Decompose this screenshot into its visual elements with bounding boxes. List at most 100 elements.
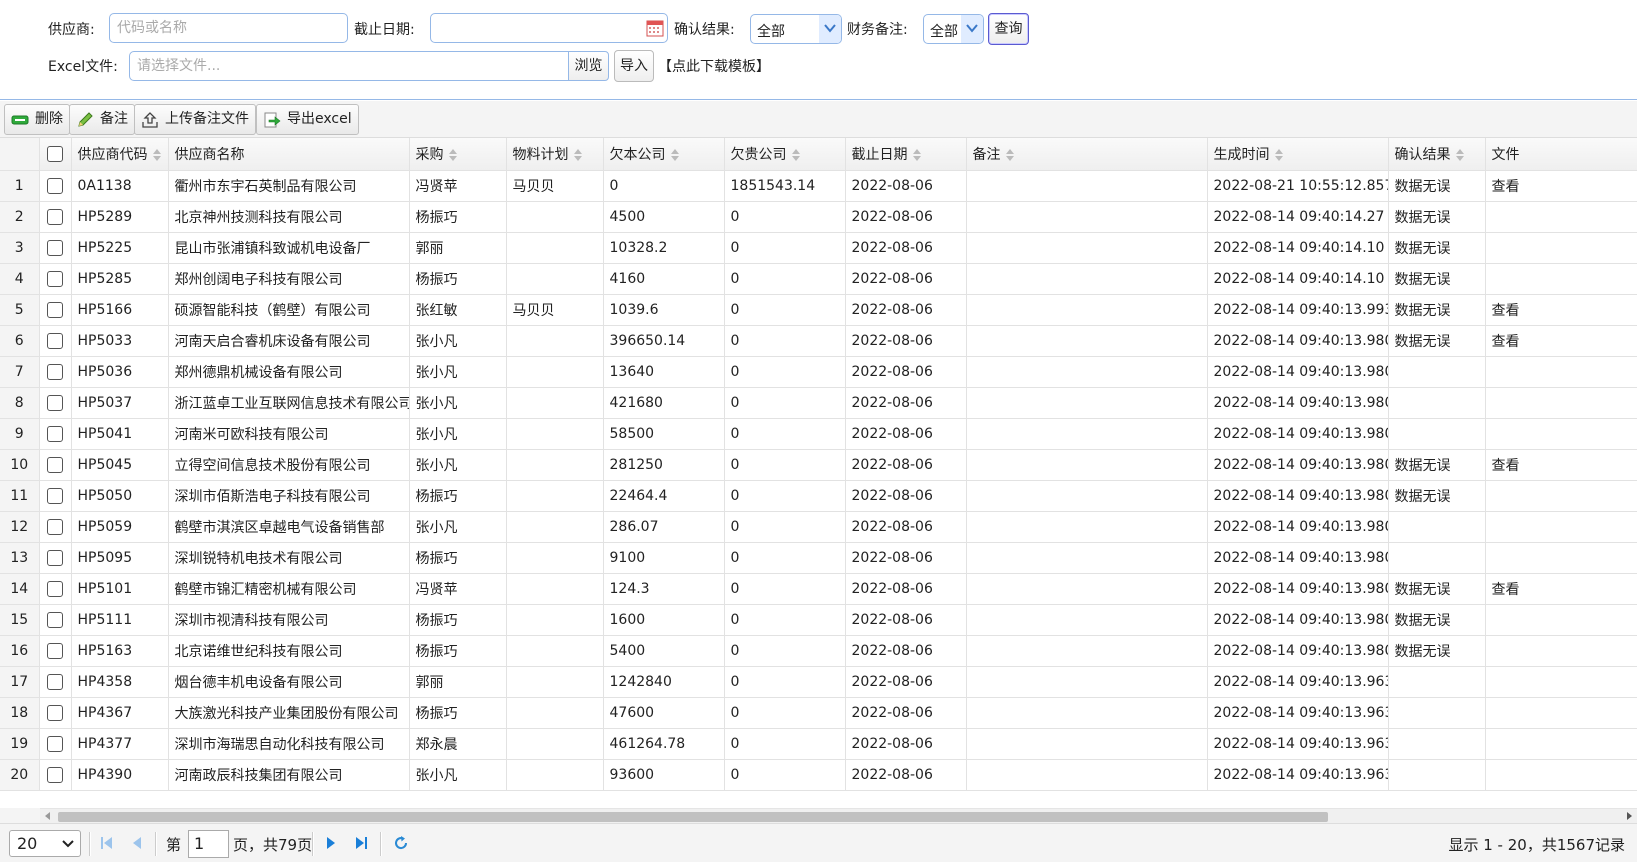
cell-supplier-name: 大族激光科技产业集团股份有限公司: [168, 697, 410, 729]
table-row[interactable]: 7 HP5036 郑州德鼎机械设备有限公司 张小凡 13640 0 2022-08-06 20…: [0, 356, 1637, 388]
column-header-material-plan[interactable]: 物料计划: [506, 138, 604, 171]
row-checkbox[interactable]: [39, 604, 72, 636]
row-checkbox[interactable]: [39, 263, 72, 295]
column-header-deadline[interactable]: 截止日期: [845, 138, 967, 171]
row-checkbox[interactable]: [39, 356, 72, 388]
scrollbar-thumb[interactable]: [58, 812, 1328, 822]
table-row[interactable]: 8 HP5037 浙江蓝卓工业互联网信息技术有限公司 张小凡 421680 0 2022-0…: [0, 387, 1637, 419]
select-all-checkbox[interactable]: [39, 138, 72, 171]
page-number-input[interactable]: 1: [188, 830, 229, 858]
cell-material-plan: 马贝贝: [506, 170, 604, 202]
table-row[interactable]: 13 HP5095 深圳锐特机电技术有限公司 杨振巧 9100 0 2022-08-06 20…: [0, 542, 1637, 574]
last-page-icon[interactable]: [354, 835, 368, 855]
calendar-icon[interactable]: [646, 19, 664, 47]
upload-remark-file-button[interactable]: 上传备注文件: [134, 104, 256, 135]
row-checkbox[interactable]: [39, 449, 72, 481]
horizontal-scrollbar[interactable]: [40, 808, 1637, 823]
table-row[interactable]: 6 HP5033 河南天启合睿机床设备有限公司 张小凡 396650.14 0 2022-0…: [0, 325, 1637, 357]
table-row[interactable]: 9 HP5041 河南米可欧科技有限公司 张小凡 58500 0 2022-08-06 202…: [0, 418, 1637, 450]
column-header-generated-time[interactable]: 生成时间: [1207, 138, 1389, 171]
cell-owe-us: 1039.6: [603, 294, 725, 326]
row-checkbox[interactable]: [39, 511, 72, 543]
scroll-left-icon[interactable]: [45, 812, 50, 820]
row-checkbox[interactable]: [39, 294, 72, 326]
column-header-supplier-name[interactable]: 供应商名称: [168, 138, 410, 171]
cell-file-view-link[interactable]: 查看: [1485, 449, 1637, 481]
row-checkbox[interactable]: [39, 635, 72, 667]
row-checkbox[interactable]: [39, 480, 72, 512]
page-total: 页，共79页: [233, 836, 313, 854]
table-row[interactable]: 20 HP4390 河南政辰科技集团有限公司 张小凡 93600 0 2022-08-06 2…: [0, 759, 1637, 791]
column-header-owe-you[interactable]: 欠贵公司: [724, 138, 846, 171]
confirm-result-select[interactable]: 全部: [750, 14, 842, 44]
cell-file-view-link[interactable]: 查看: [1485, 170, 1637, 202]
table-row[interactable]: 12 HP5059 鹤壁市淇滨区卓越电气设备销售部 张小凡 286.07 0 2022-08…: [0, 511, 1637, 543]
row-checkbox[interactable]: [39, 387, 72, 419]
row-checkbox[interactable]: [39, 759, 72, 791]
table-row[interactable]: 15 HP5111 深圳市视清科技有限公司 杨振巧 1600 0 2022-08-06 202…: [0, 604, 1637, 636]
column-header-file[interactable]: 文件: [1485, 138, 1637, 171]
row-checkbox[interactable]: [39, 232, 72, 264]
row-checkbox[interactable]: [39, 201, 72, 233]
refresh-icon[interactable]: [393, 835, 409, 855]
cell-material-plan: 马贝贝: [506, 294, 604, 326]
cell-file-view-link: [1485, 604, 1637, 636]
confirm-result-label: 确认结果:: [674, 22, 735, 38]
table-row[interactable]: 1 0A1138 衢州市东宇石英制品有限公司 冯贤苹 马贝贝 0 1851543.14 202…: [0, 170, 1637, 202]
table-row[interactable]: 14 HP5101 鹤壁市锦汇精密机械有限公司 冯贤苹 124.3 0 2022-08-06…: [0, 573, 1637, 605]
cell-file-view-link: [1485, 356, 1637, 388]
supplier-input[interactable]: [109, 13, 348, 43]
table-row[interactable]: 3 HP5225 昆山市张浦镇科致诚机电设备厂 郭丽 10328.2 0 2022-08-0…: [0, 232, 1637, 264]
row-checkbox[interactable]: [39, 418, 72, 450]
table-row[interactable]: 5 HP5166 硕源智能科技（鹤壁）有限公司 张红敏 马贝贝 1039.6 0 2022-0…: [0, 294, 1637, 326]
column-header-supplier-code[interactable]: 供应商代码: [71, 138, 169, 171]
cell-remark: [966, 263, 1208, 295]
cell-owe-us: 0: [603, 170, 725, 202]
table-row[interactable]: 19 HP4377 深圳市海瑞思自动化科技有限公司 郑永晨 461264.78 0 2022…: [0, 728, 1637, 760]
deadline-date-input[interactable]: [430, 13, 668, 43]
row-checkbox[interactable]: [39, 697, 72, 729]
remark-button[interactable]: 备注: [69, 104, 135, 135]
row-checkbox[interactable]: [39, 170, 72, 202]
column-header-confirm-result[interactable]: 确认结果: [1388, 138, 1486, 171]
import-button[interactable]: 导入: [614, 50, 654, 82]
table-row[interactable]: 10 HP5045 立得空间信息技术股份有限公司 张小凡 281250 0 2022-08-…: [0, 449, 1637, 481]
row-checkbox[interactable]: [39, 728, 72, 760]
cell-confirm-result: [1388, 697, 1486, 729]
cell-file-view-link[interactable]: 查看: [1485, 294, 1637, 326]
row-checkbox[interactable]: [39, 573, 72, 605]
excel-file-input[interactable]: [129, 51, 569, 81]
export-excel-button[interactable]: 导出excel: [256, 104, 359, 135]
table-row[interactable]: 16 HP5163 北京诺维世纪科技有限公司 杨振巧 5400 0 2022-08-06 20…: [0, 635, 1637, 667]
column-header-remark[interactable]: 备注: [966, 138, 1208, 171]
table-row[interactable]: 4 HP5285 郑州创阔电子科技有限公司 杨振巧 4160 0 2022-08-06 202…: [0, 263, 1637, 295]
query-button[interactable]: 查询: [988, 13, 1029, 45]
row-checkbox[interactable]: [39, 542, 72, 574]
column-header-buyer[interactable]: 采购: [409, 138, 507, 171]
next-page-icon[interactable]: [325, 835, 337, 855]
cell-owe-us: 4500: [603, 201, 725, 233]
cell-buyer: 冯贤苹: [409, 573, 507, 605]
table-row[interactable]: 11 HP5050 深圳市佰斯浩电子科技有限公司 杨振巧 22464.4 0 2022-08…: [0, 480, 1637, 512]
cell-confirm-result: [1388, 542, 1486, 574]
download-template-link[interactable]: 【点此下载模板】: [658, 56, 770, 76]
row-checkbox[interactable]: [39, 325, 72, 357]
table-row[interactable]: 18 HP4367 大族激光科技产业集团股份有限公司 杨振巧 47600 0 2022-08…: [0, 697, 1637, 729]
delete-button[interactable]: 删除: [4, 104, 70, 135]
row-checkbox[interactable]: [39, 666, 72, 698]
table-row[interactable]: 2 HP5289 北京神州技测科技有限公司 杨振巧 4500 0 2022-08-06 202…: [0, 201, 1637, 233]
page-size-select[interactable]: 20: [9, 830, 81, 857]
column-header-owe-us[interactable]: 欠本公司: [603, 138, 725, 171]
chevron-down-icon[interactable]: [819, 15, 841, 43]
cell-confirm-result: 数据无误: [1388, 449, 1486, 481]
cell-file-view-link[interactable]: 查看: [1485, 325, 1637, 357]
browse-button[interactable]: 浏览: [568, 51, 609, 81]
cell-file-view-link[interactable]: 查看: [1485, 573, 1637, 605]
finance-remark-select[interactable]: 全部: [923, 14, 984, 44]
cell-buyer: 张小凡: [409, 759, 507, 791]
prev-page-icon[interactable]: [131, 835, 143, 855]
table-row[interactable]: 17 HP4358 烟台德丰机电设备有限公司 郭丽 1242840 0 2022-08-06…: [0, 666, 1637, 698]
chevron-down-icon[interactable]: [961, 15, 983, 43]
scroll-right-icon[interactable]: [1627, 812, 1632, 820]
first-page-icon[interactable]: [100, 835, 114, 855]
